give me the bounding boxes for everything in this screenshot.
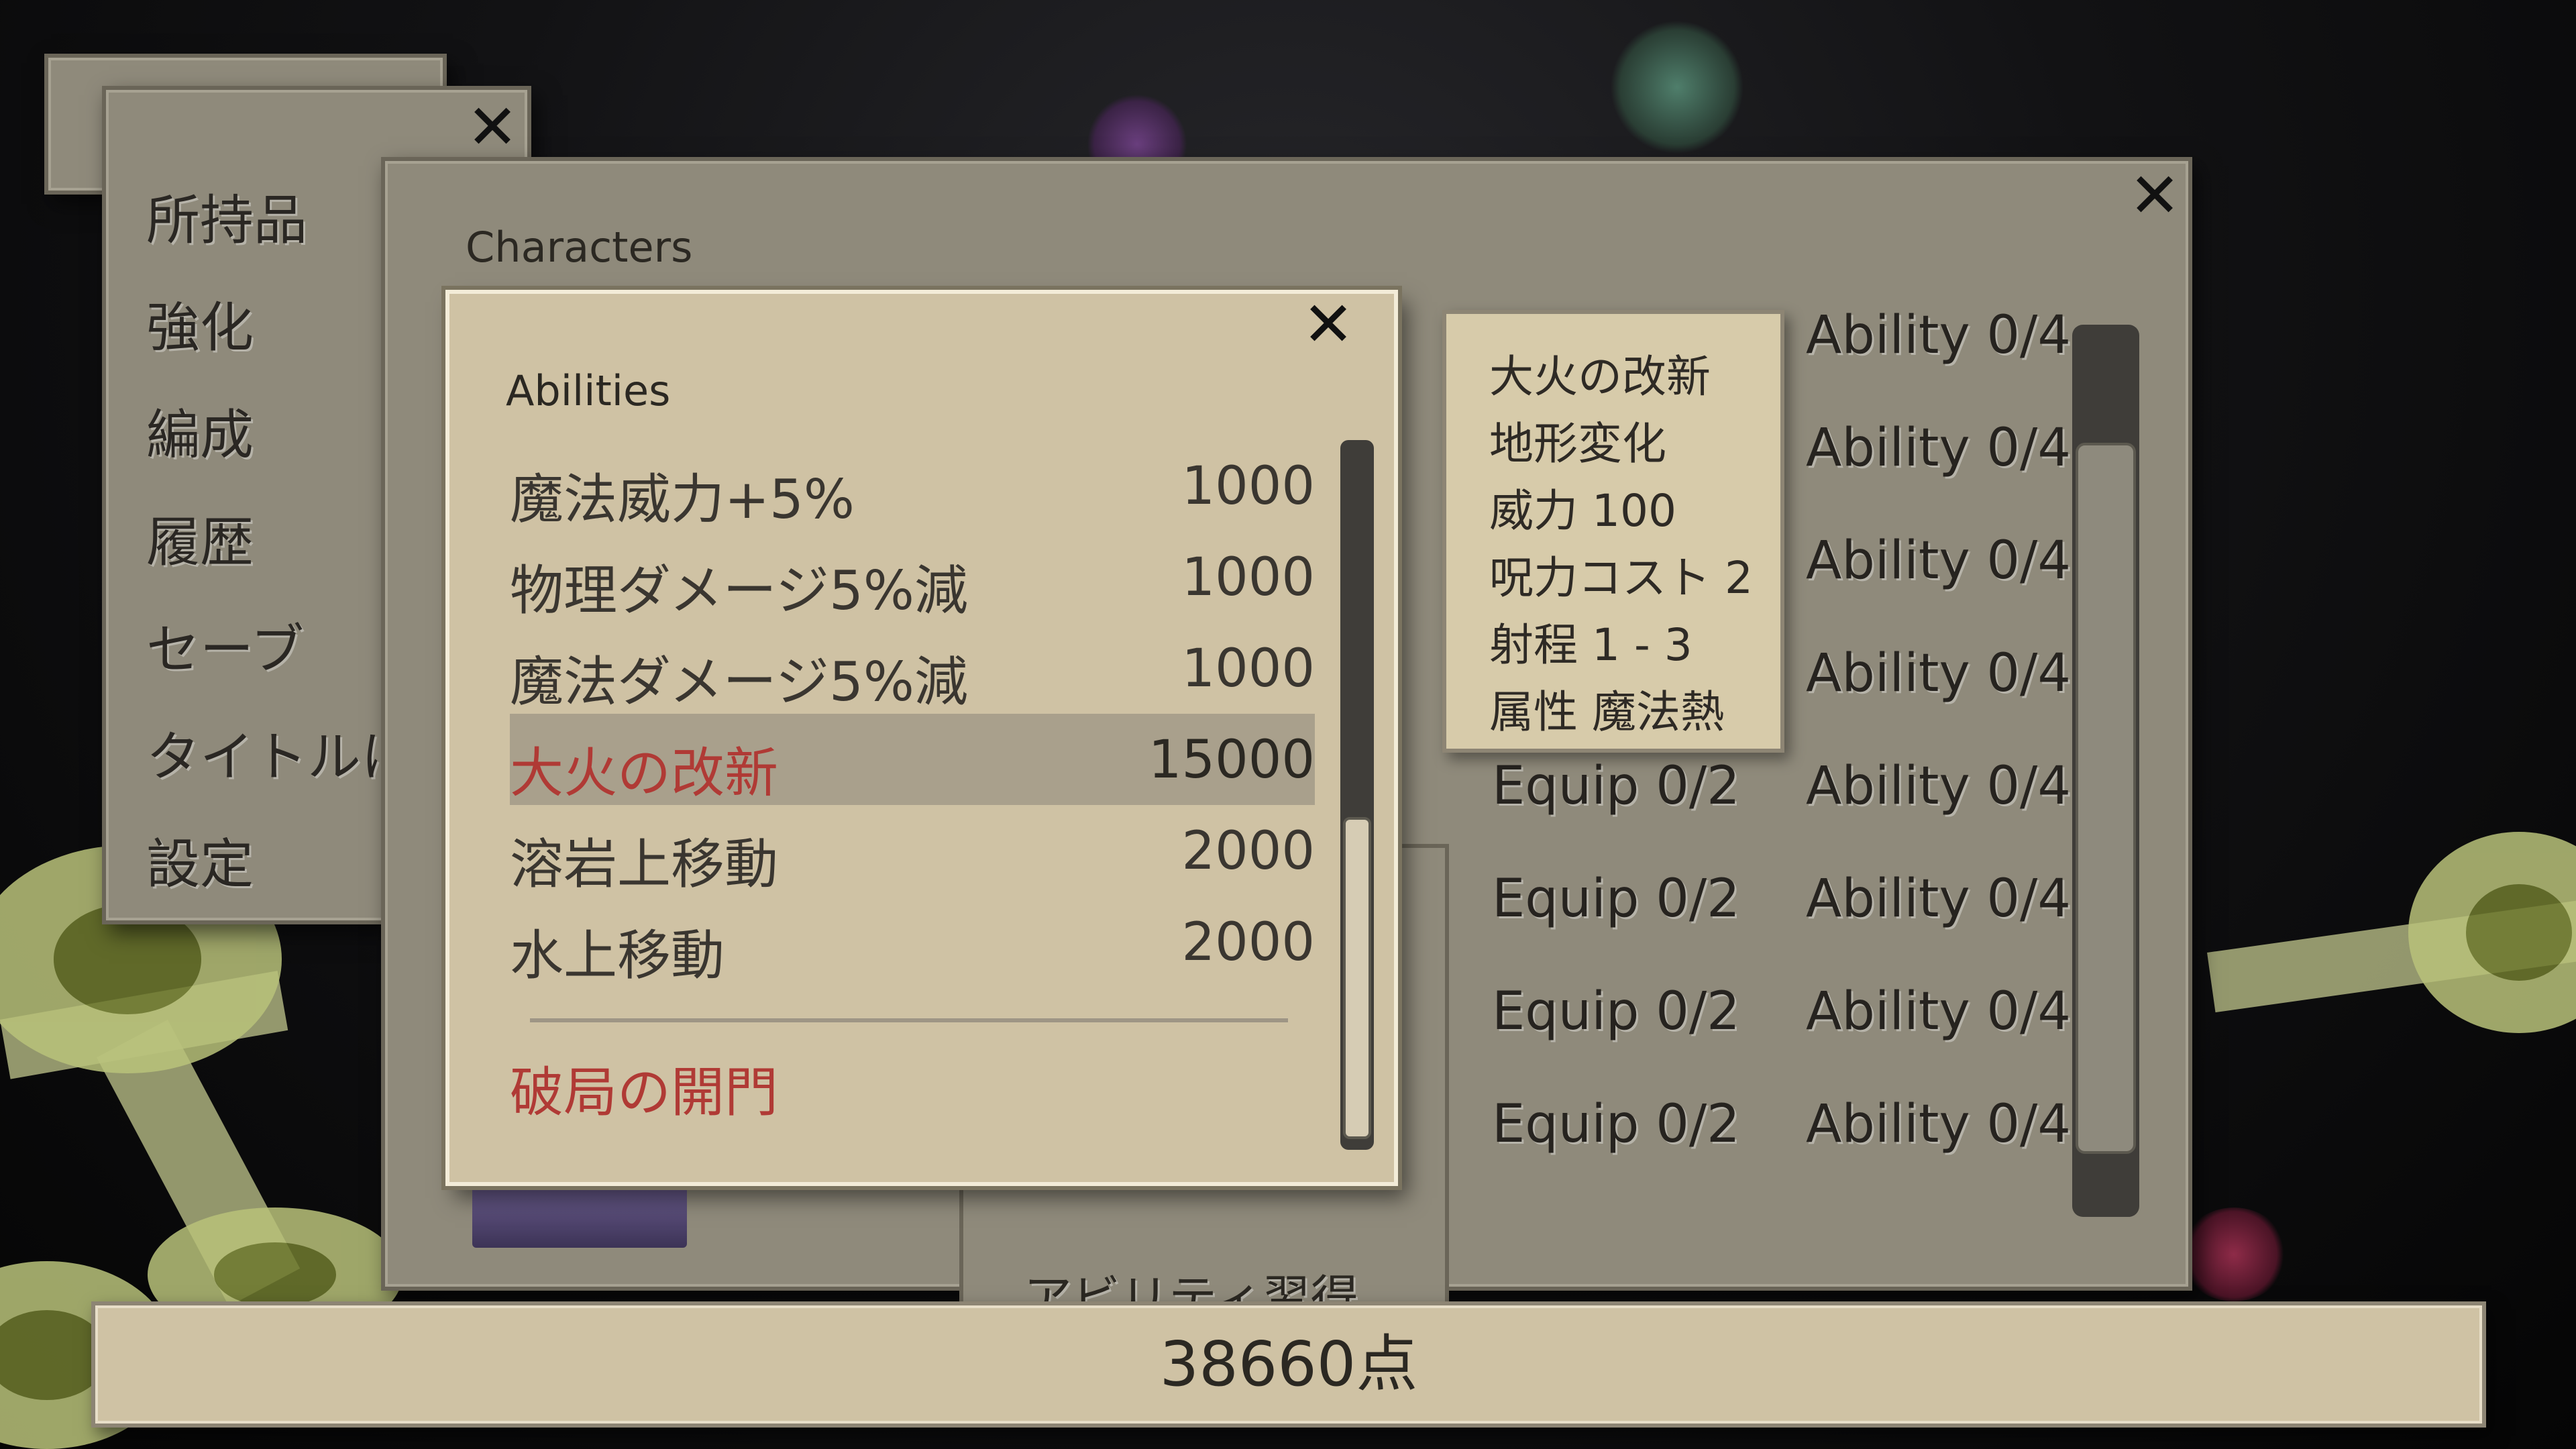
special-ability-row[interactable]: 破局の開門 [510, 1033, 1315, 1124]
equip-count: Equip 0/2 [1492, 869, 1740, 929]
close-icon[interactable]: ✕ [1301, 294, 1355, 356]
tooltip-name: 大火の改新 [1489, 351, 1711, 402]
tooltip-cost: 呪力コスト 2 [1489, 552, 1753, 604]
menu-item-settings[interactable]: 設定 [146, 821, 254, 899]
ability-tooltip: 大火の改新 地形変化 威力 100 呪力コスト 2 射程 1 - 3 属性 魔法… [1442, 310, 1784, 753]
ability-row[interactable]: 物理ダメージ5%減 1000 [510, 531, 1315, 623]
equip-count: Equip 0/2 [1492, 1094, 1740, 1155]
points-display: 38660点 [91, 1301, 2486, 1428]
equip-count: Equip 0/2 [1492, 756, 1740, 816]
close-icon[interactable]: ✕ [466, 97, 519, 158]
ability-cost: 2000 [1181, 821, 1315, 881]
characters-title: Characters [466, 223, 693, 272]
special-ability-name: 破局の開門 [510, 1061, 778, 1124]
menu-item-history[interactable]: 履歴 [146, 499, 254, 577]
close-icon[interactable]: ✕ [2128, 165, 2182, 227]
abilities-dialog: ✕ Abilities 魔法威力+5% 1000 物理ダメージ5%減 1000 … [445, 290, 1398, 1186]
list-divider [530, 1018, 1288, 1022]
ability-count: Ability 0/4 [1806, 305, 2071, 366]
tooltip-effect: 地形変化 [1489, 418, 1666, 470]
ability-row[interactable]: 魔法ダメージ5%減 1000 [510, 623, 1315, 714]
map-node [2408, 832, 2576, 1033]
ability-row[interactable]: 水上移動 2000 [510, 896, 1315, 987]
ability-count: Ability 0/4 [1806, 418, 2071, 478]
ability-list: 魔法威力+5% 1000 物理ダメージ5%減 1000 魔法ダメージ5%減 10… [449, 440, 1342, 1131]
ability-name: 大火の改新 [510, 742, 778, 804]
ability-name: 物理ダメージ5%減 [510, 559, 968, 622]
fairy-sprite [1610, 20, 1744, 154]
characters-scrollbar-thumb[interactable] [2076, 443, 2136, 1154]
ability-cost: 15000 [1148, 730, 1315, 790]
tooltip-power: 威力 100 [1489, 485, 1676, 537]
ability-name: 溶岩上移動 [510, 833, 778, 896]
ability-cost: 1000 [1181, 547, 1315, 608]
ability-name: 魔法ダメージ5%減 [510, 651, 968, 713]
equip-count: Equip 0/2 [1492, 981, 1740, 1042]
ability-row[interactable]: 魔法威力+5% 1000 [510, 440, 1315, 531]
enemy-sprite [2180, 1208, 2288, 1301]
menu-item-upgrade[interactable]: 強化 [146, 284, 254, 362]
ability-count: Ability 0/4 [1806, 981, 2071, 1042]
ability-row-selected[interactable]: 大火の改新 15000 [510, 714, 1315, 805]
menu-item-items[interactable]: 所持品 [146, 177, 307, 255]
ability-count: Ability 0/4 [1806, 531, 2071, 591]
menu-item-formation[interactable]: 編成 [146, 392, 254, 470]
abilities-title: Abilities [506, 366, 671, 415]
ability-count: Ability 0/4 [1806, 1094, 2071, 1155]
ability-row[interactable]: 溶岩上移動 2000 [510, 805, 1315, 896]
menu-item-title[interactable]: タイトルに [146, 714, 415, 792]
tooltip-range: 射程 1 - 3 [1489, 619, 1693, 671]
menu-item-save[interactable]: セーブ [146, 606, 304, 684]
tooltip-element: 属性 魔法熱 [1489, 686, 1725, 738]
ability-cost: 1000 [1181, 639, 1315, 699]
ability-name: 魔法威力+5% [510, 468, 855, 531]
ability-cost: 2000 [1181, 912, 1315, 973]
ability-name: 水上移動 [510, 924, 724, 987]
ability-count: Ability 0/4 [1806, 756, 2071, 816]
ability-count: Ability 0/4 [1806, 643, 2071, 704]
ability-cost: 1000 [1181, 456, 1315, 517]
ability-count: Ability 0/4 [1806, 869, 2071, 929]
abilities-scrollbar-thumb[interactable] [1343, 817, 1371, 1139]
